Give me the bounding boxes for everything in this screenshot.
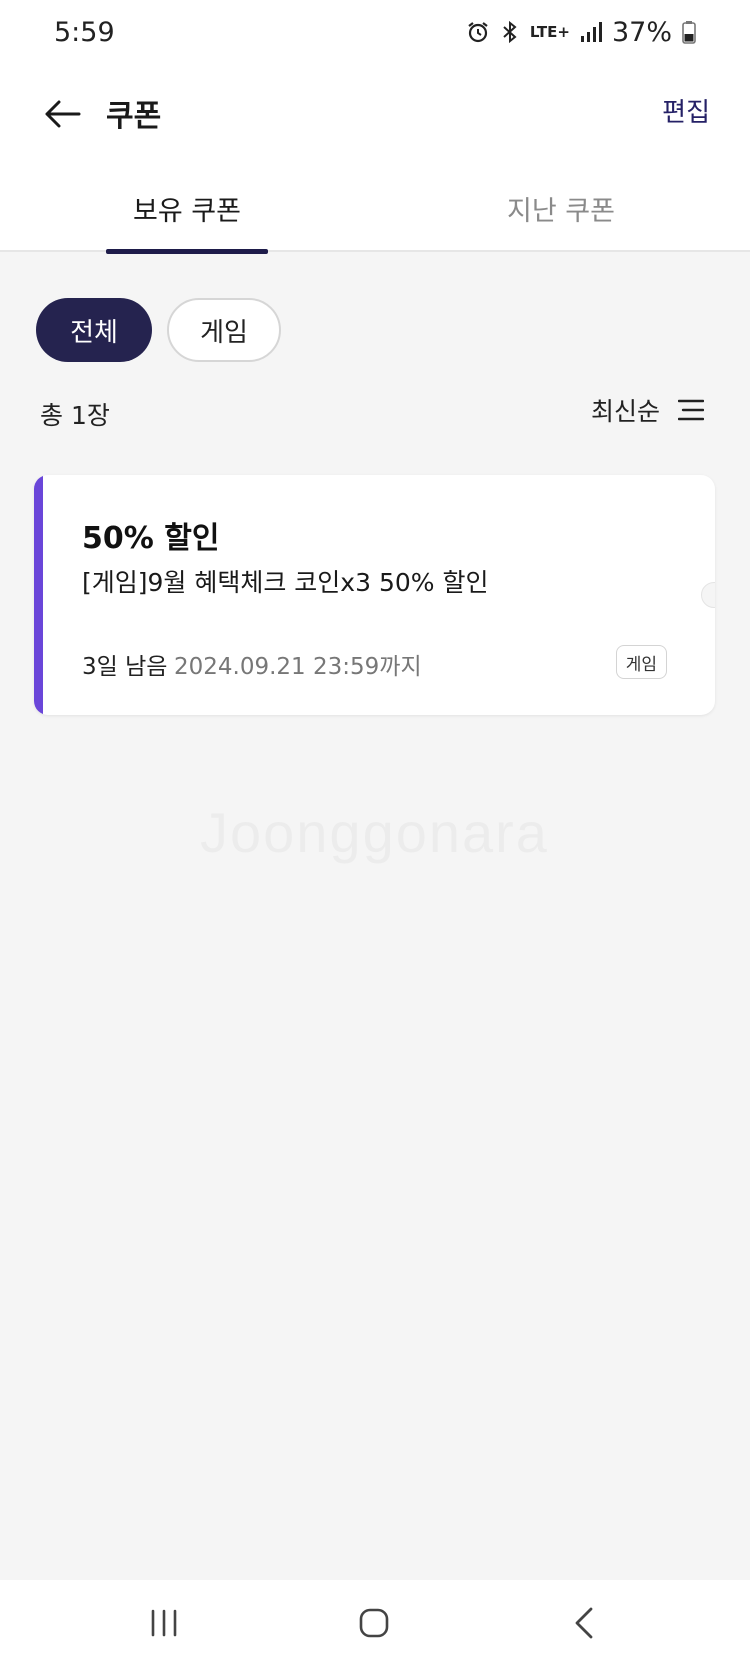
coupon-screen: 5:59 LTE+ 37% 쿠폰 편집 보유 쿠폰 지난 쿠폰 전체 게임 총 … [0, 0, 750, 1667]
app-bar: 쿠폰 편집 [0, 64, 750, 164]
coupon-description: [게임]9월 혜택체크 코인x3 50% 할인 [82, 568, 489, 597]
coupon-expiry: 2024.09.21 23:59까지 [174, 654, 422, 680]
filter-chip-game[interactable]: 게임 [167, 298, 281, 362]
status-time: 5:59 [54, 16, 115, 48]
bluetooth-icon [500, 20, 520, 44]
home-icon [359, 1608, 389, 1638]
nav-back-button[interactable] [554, 1598, 614, 1648]
watermark: Joonggonara [200, 800, 549, 865]
home-button[interactable] [344, 1598, 404, 1648]
page-title: 쿠폰 [106, 99, 162, 134]
recent-apps-icon [151, 1609, 177, 1637]
total-count: 총 1장 [40, 401, 110, 430]
battery-percent: 37% [611, 16, 672, 48]
status-bar: 5:59 LTE+ 37% [0, 0, 750, 64]
coupon-tabs: 보유 쿠폰 지난 쿠폰 [0, 164, 750, 254]
coupon-title: 50% 할인 [82, 521, 220, 556]
tab-owned-coupons[interactable]: 보유 쿠폰 [106, 164, 268, 254]
recent-apps-button[interactable] [134, 1598, 194, 1648]
coupon-card[interactable]: 50% 할인 [게임]9월 혜택체크 코인x3 50% 할인 3일 남음 202… [34, 475, 715, 715]
status-icons: LTE+ 37% [466, 17, 696, 48]
battery-icon [682, 20, 696, 44]
sort-button[interactable]: 최신순 [591, 392, 704, 428]
alarm-icon [466, 20, 490, 44]
signal-icon [580, 21, 602, 43]
coupon-remaining: 3일 남음 [82, 654, 168, 680]
system-nav-bar [0, 1580, 750, 1667]
filter-chip-all[interactable]: 전체 [36, 298, 152, 362]
edit-button[interactable]: 편집 [662, 92, 710, 129]
arrow-left-icon [45, 100, 81, 128]
sort-label: 최신순 [590, 397, 660, 426]
coupon-notch [701, 582, 715, 608]
coupon-category-tag: 게임 [615, 645, 667, 679]
lte-icon: LTE+ [529, 22, 570, 41]
back-icon [575, 1607, 593, 1639]
tab-past-coupons[interactable]: 지난 쿠폰 [480, 164, 642, 252]
back-button[interactable] [38, 90, 86, 138]
sort-icon [678, 399, 704, 421]
coupon-accent-bar [34, 475, 43, 715]
